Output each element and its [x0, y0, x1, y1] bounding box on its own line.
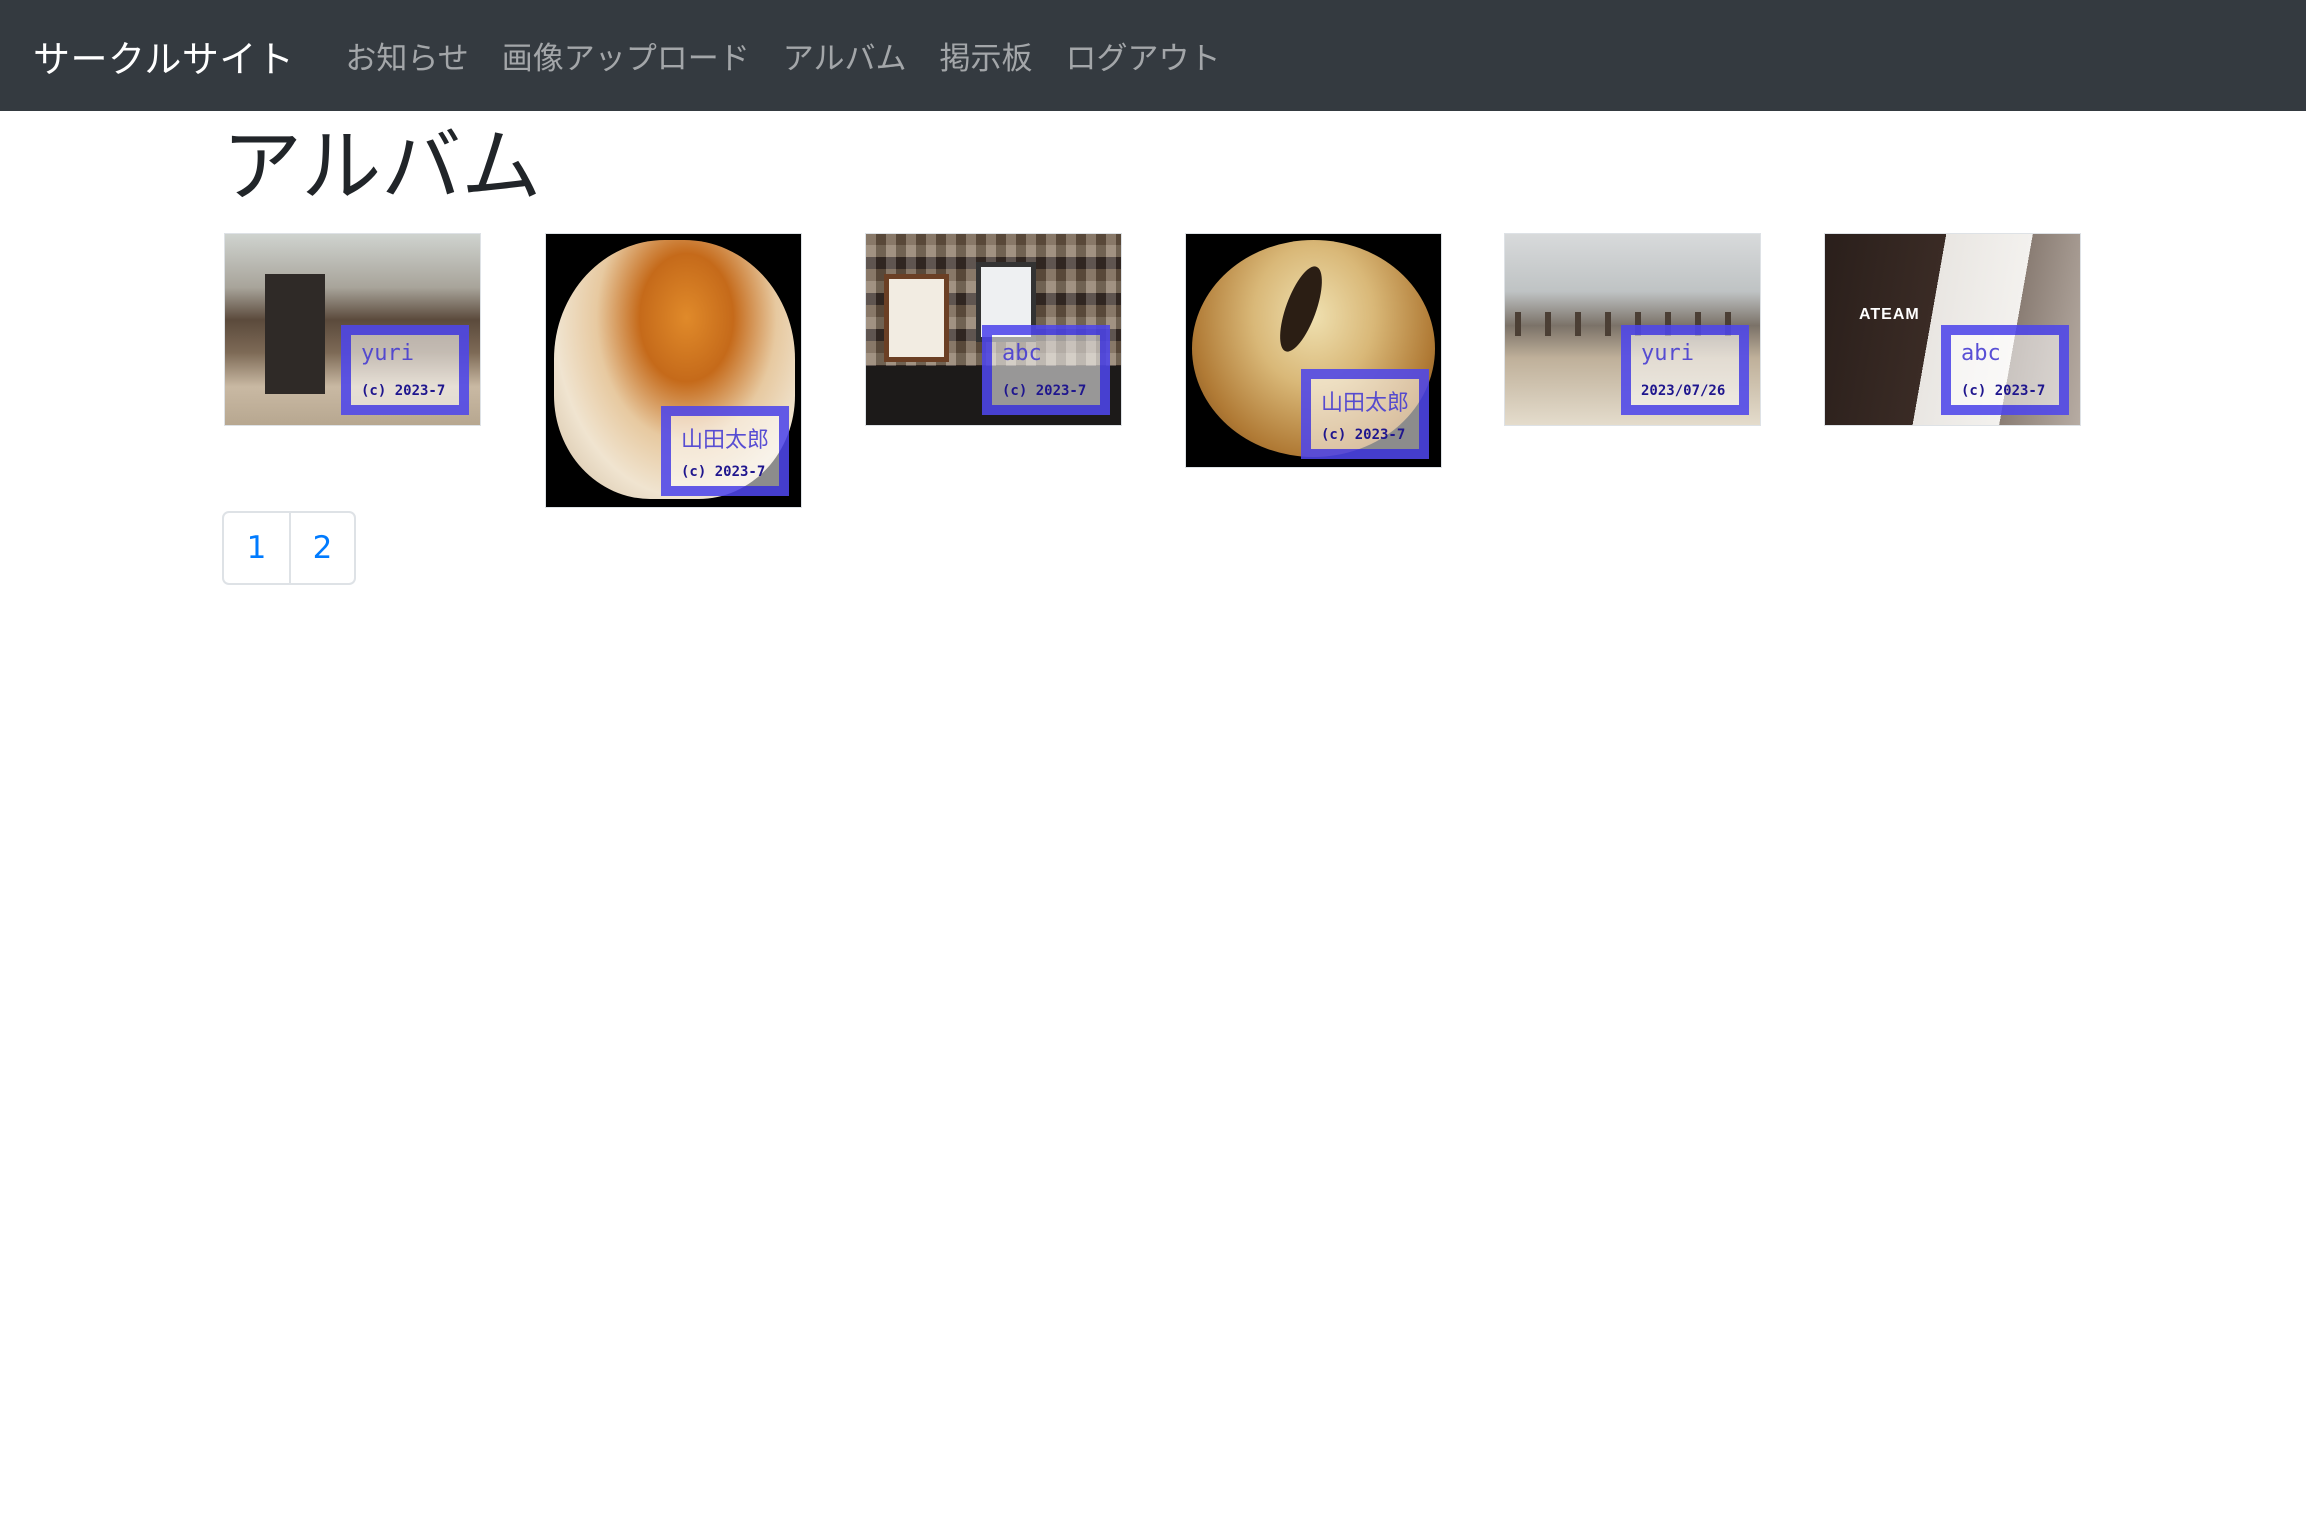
watermark-name: 山田太郎 — [1321, 391, 1410, 416]
watermark-copyright: (c) 2023-7 — [361, 383, 446, 399]
watermark-copyright: (c) 2023-7 — [681, 464, 766, 480]
watermark-copyright: (c) 2023-7 — [1002, 383, 1087, 399]
page-link-1[interactable]: 1 — [224, 513, 289, 583]
album-photo-3[interactable]: abc (c) 2023-7 — [865, 233, 1122, 426]
nav-link-board[interactable]: 掲示板 — [939, 33, 1032, 78]
pagination: 1 2 — [222, 511, 356, 585]
album-photo-2[interactable]: 山田太郎 (c) 2023-7 — [545, 233, 802, 508]
page-link-2[interactable]: 2 — [289, 513, 354, 583]
watermark-name: yuri — [361, 341, 414, 366]
watermark-copyright: (c) 2023-7 — [1321, 427, 1406, 443]
site-brand[interactable]: サークルサイト — [33, 29, 294, 83]
watermark-overlay: 山田太郎 (c) 2023-7 — [1301, 369, 1429, 459]
album-photo-5[interactable]: yuri 2023/07/26 — [1504, 233, 1761, 426]
album-photo-6[interactable]: ATEAM abc (c) 2023-7 — [1824, 233, 2081, 426]
watermark-overlay: abc (c) 2023-7 — [982, 325, 1110, 415]
nav-link-image-upload[interactable]: 画像アップロード — [502, 33, 750, 78]
nav-link-album[interactable]: アルバム — [783, 33, 907, 78]
watermark-copyright: 2023/07/26 — [1641, 383, 1726, 399]
watermark-name: abc — [1002, 341, 1042, 366]
watermark-name: yuri — [1641, 341, 1694, 366]
album-photo-4[interactable]: 山田太郎 (c) 2023-7 — [1185, 233, 1442, 468]
top-navbar: サークルサイト お知らせ 画像アップロード アルバム 掲示板 ログアウト — [0, 0, 2306, 111]
watermark-copyright: (c) 2023-7 — [1961, 383, 2046, 399]
nav-link-logout[interactable]: ログアウト — [1065, 33, 1220, 78]
watermark-overlay: abc (c) 2023-7 — [1941, 325, 2069, 415]
nav-link-news[interactable]: お知らせ — [345, 33, 468, 78]
photo-detail-shelf — [265, 274, 325, 394]
album-photo-1[interactable]: yuri (c) 2023-7 — [224, 233, 481, 426]
watermark-overlay: yuri (c) 2023-7 — [341, 325, 469, 415]
watermark-name: 山田太郎 — [681, 428, 770, 453]
watermark-overlay: 山田太郎 (c) 2023-7 — [661, 406, 789, 496]
photo-detail-frame — [884, 274, 949, 362]
photo-logo-text: ATEAM — [1859, 306, 1920, 323]
watermark-name: abc — [1961, 341, 2001, 366]
page-title: アルバム — [222, 120, 542, 213]
watermark-overlay: yuri 2023/07/26 — [1621, 325, 1749, 415]
